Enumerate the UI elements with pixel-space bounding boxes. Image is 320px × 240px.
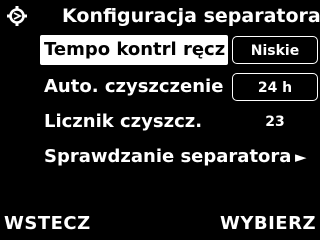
select-softkey[interactable]: WYBIERZ [220,210,316,238]
menu-item-manual-control-speed[interactable]: Tempo kontrl ręcz Niskie [40,35,318,65]
menu-item-label: Sprawdzanie separatora [44,146,292,167]
submenu-arrow-icon: ► [295,148,307,166]
menu-item-label: Auto. czyszczenie [44,76,224,97]
back-softkey[interactable]: WSTECZ [4,210,91,238]
setting-value-box[interactable]: Niskie [232,36,318,64]
menu-item-label: Licznik czyszcz. [44,111,203,132]
separator-gear-icon [7,6,27,26]
menu-item-auto-cleaning[interactable]: Auto. czyszczenie 24 h [40,72,318,102]
title-bar: Konfiguracja separatora [0,0,320,34]
counter-value: 23 [265,114,285,130]
page-title: Konfiguracja separatora [62,5,320,27]
menu-item-cleaning-counter: Licznik czyszcz. 23 [40,107,318,137]
menu-item-label: Tempo kontrl ręcz [40,35,228,65]
setting-value-box[interactable]: 24 h [232,73,318,101]
menu-item-separator-check[interactable]: Sprawdzanie separatora ► [40,142,318,172]
